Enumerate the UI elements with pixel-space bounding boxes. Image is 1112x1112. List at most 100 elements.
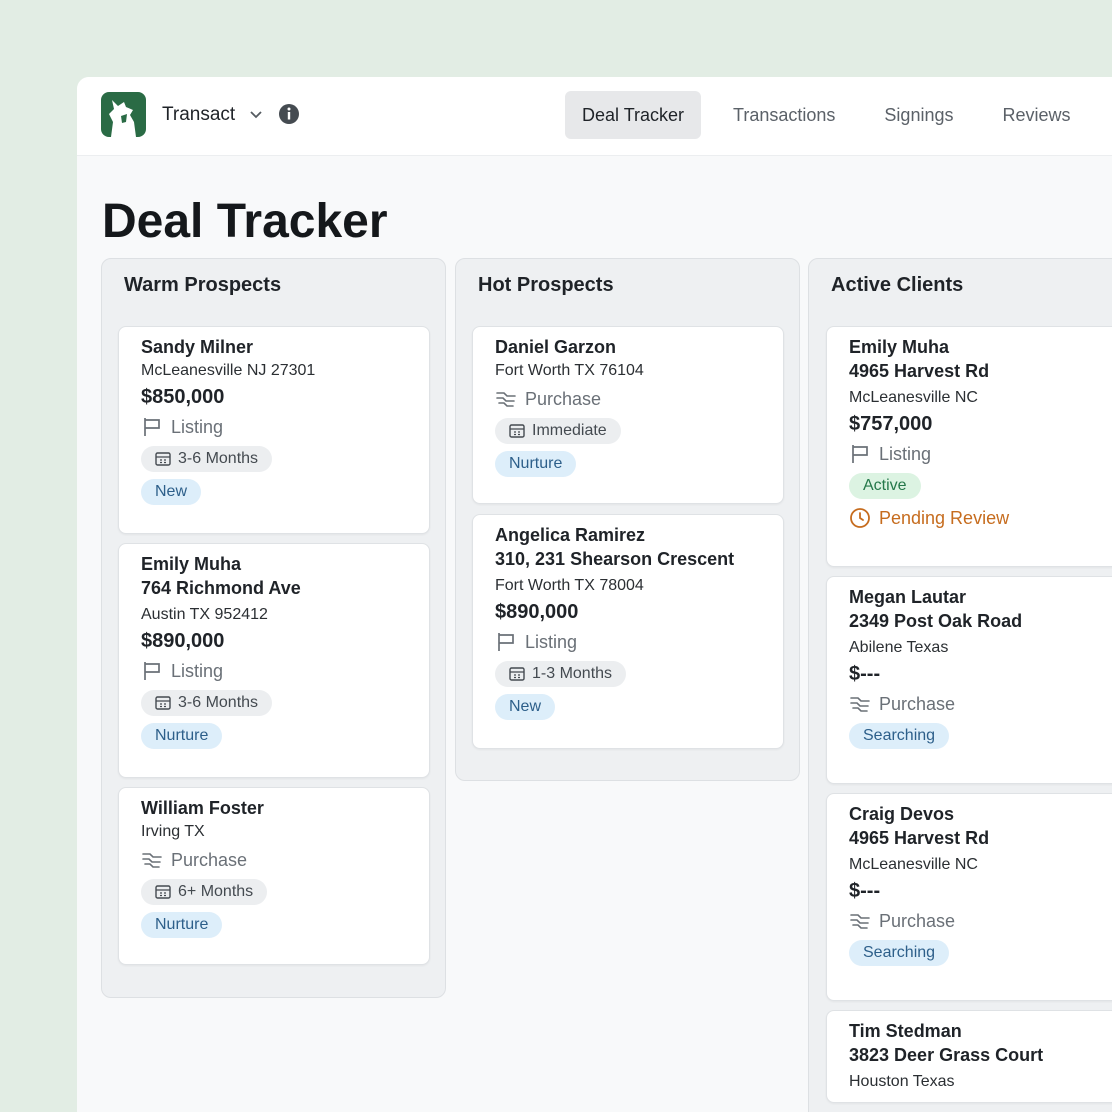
deal-type-label: Purchase [879,911,956,931]
app-name[interactable]: Transact [162,104,235,126]
deal-type-label: Listing [525,632,578,652]
client-city: McLeanesville NJ 27301 [141,362,316,379]
client-address: 310, 231 Shearson Crescent [495,549,735,569]
calendar-icon [155,885,171,899]
deal-card[interactable]: William Foster Irving TX Purchase 6+ Mon… [118,787,430,965]
pending-review: Pending Review [849,503,1103,533]
handshake-icon [850,914,870,929]
deal-type: Listing [141,411,407,443]
client-city: Irving TX [141,823,205,840]
deal-card[interactable]: Emily Muha 4965 Harvest Rd McLeanesville… [826,326,1112,567]
flag-icon [144,418,160,436]
client-address: 764 Richmond Ave [141,578,301,598]
column-hot-prospects: Hot Prospects Daniel Garzon Fort Worth T… [455,258,800,781]
deal-type-label: Purchase [879,694,956,714]
timeframe-badge: 3-6 Months [141,690,273,716]
status-badge: Searching [849,940,950,966]
client-address: 2349 Post Oak Road [849,611,1023,631]
deal-type-label: Purchase [525,389,602,409]
deal-card[interactable]: Tim Stedman 3823 Deer Grass Court Housto… [826,1010,1112,1103]
timeframe-label: 1-3 Months [532,665,613,682]
deal-price: $890,000 [141,630,225,652]
client-city: McLeanesville NC [849,389,978,406]
client-name: William Foster [141,798,264,818]
timeframe-label: Immediate [532,422,607,439]
client-city: Houston Texas [849,1073,955,1090]
timeframe-badge: 1-3 Months [495,661,627,687]
client-name: Angelica Ramirez [495,525,646,545]
client-city: Fort Worth TX 76104 [495,362,644,379]
client-city: McLeanesville NC [849,856,978,873]
calendar-icon [155,452,171,466]
deal-card[interactable]: Megan Lautar 2349 Post Oak Road Abilene … [826,576,1112,784]
deal-card[interactable]: Daniel Garzon Fort Worth TX 76104 Purcha… [472,326,784,504]
client-address: 4965 Harvest Rd [849,828,990,848]
column-title: Warm Prospects [124,274,282,296]
main-tabs: Deal Tracker Transactions Signings Revie… [565,91,1103,139]
client-city: Abilene Texas [849,639,949,656]
tab-reviews[interactable]: Reviews [985,91,1087,139]
top-navbar: Transact Deal Tracker Transactions Signi… [77,77,1112,156]
deal-card[interactable]: Sandy Milner McLeanesville NJ 27301 $850… [118,326,430,534]
status-badge: Nurture [495,451,577,477]
deal-type: Listing [495,626,761,658]
status-badge: Searching [849,723,950,749]
status-badge: Nurture [141,912,223,938]
status-badge: New [141,479,202,505]
client-name: Sandy Milner [141,337,254,357]
calendar-icon [155,696,171,710]
deal-price: $--- [849,663,881,685]
client-address: 3823 Deer Grass Court [849,1045,1044,1065]
deal-type: Purchase [141,844,407,876]
handshake-icon [496,392,516,407]
deal-type: Purchase [849,905,1103,937]
calendar-icon [509,667,525,681]
column-warm-prospects: Warm Prospects Sandy Milner McLeanesvill… [101,258,446,998]
deal-price: $--- [849,880,881,902]
client-name: Emily Muha [849,337,950,357]
page-title: Deal Tracker [102,195,388,248]
column-active-clients: Active Clients Emily Muha 4965 Harvest R… [808,258,1112,1112]
deal-card[interactable]: Angelica Ramirez 310, 231 Shearson Cresc… [472,514,784,749]
tab-deal-tracker[interactable]: Deal Tracker [565,91,702,139]
client-name: Craig Devos [849,804,955,824]
tab-transactions[interactable]: Transactions [716,91,852,139]
timeframe-label: 3-6 Months [178,450,259,467]
deal-price: $890,000 [495,601,579,623]
timeframe-label: 6+ Months [178,883,254,900]
clock-icon [850,508,870,528]
timeframe-badge: 3-6 Months [141,446,273,472]
handshake-icon [142,853,162,868]
timeframe-badge: Immediate [495,418,621,444]
deal-type: Purchase [849,688,1103,720]
column-title: Hot Prospects [478,274,614,296]
deal-card[interactable]: Craig Devos 4965 Harvest Rd McLeanesvill… [826,793,1112,1001]
app-window: Transact Deal Tracker Transactions Signi… [77,77,1112,1112]
chevron-down-icon[interactable] [248,107,264,128]
client-city: Austin TX 952412 [141,606,268,623]
flag-icon [498,633,514,651]
pending-review-label: Pending Review [879,508,1010,528]
deal-type: Listing [849,438,1103,470]
deal-price: $757,000 [849,413,933,435]
deal-type-label: Purchase [171,850,248,870]
deal-price: $850,000 [141,386,225,408]
timeframe-badge: 6+ Months [141,879,268,905]
timeframe-label: 3-6 Months [178,694,259,711]
client-city: Fort Worth TX 78004 [495,577,644,594]
deal-type: Listing [141,655,407,687]
column-title: Active Clients [831,274,964,296]
handshake-icon [850,697,870,712]
app-logo[interactable] [101,92,146,137]
client-name: Daniel Garzon [495,337,617,357]
calendar-icon [509,424,525,438]
client-name: Emily Muha [141,554,242,574]
flag-icon [144,662,160,680]
client-name: Tim Stedman [849,1021,962,1041]
tab-signings[interactable]: Signings [867,91,970,139]
info-icon[interactable] [278,103,300,130]
status-badge: Nurture [141,723,223,749]
deal-type-label: Listing [879,444,932,464]
deal-card[interactable]: Emily Muha 764 Richmond Ave Austin TX 95… [118,543,430,778]
client-address: 4965 Harvest Rd [849,361,990,381]
